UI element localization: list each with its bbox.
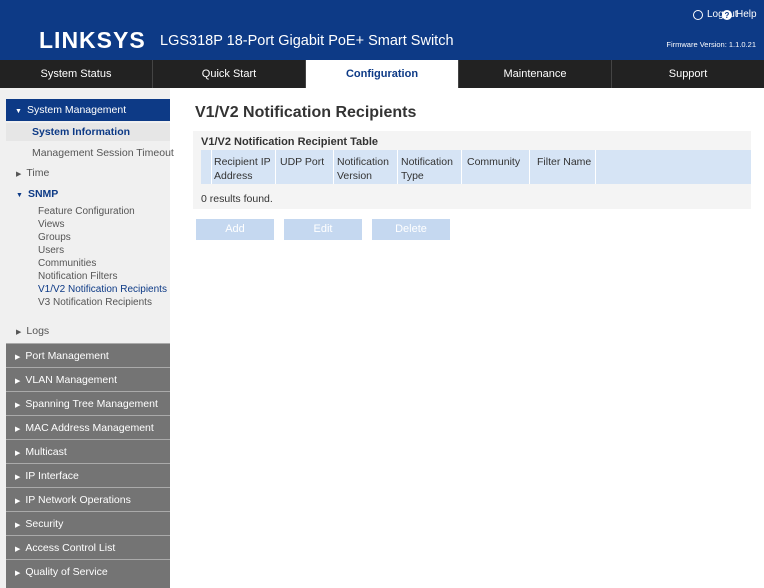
sidebar-item-label: IP Network Operations	[25, 494, 131, 506]
column-header-line: Notification	[401, 156, 453, 168]
column-header-filter-name[interactable]: Filter Name	[537, 155, 591, 169]
sidebar-item-access-control-list[interactable]: ▶ Access Control List	[6, 535, 170, 559]
sidebar-item-spanning-tree-management[interactable]: ▶ Spanning Tree Management	[6, 391, 170, 415]
column-header-udp-port[interactable]: UDP Port	[280, 155, 324, 169]
empty-table-message: 0 results found.	[201, 193, 273, 205]
sidebar-item-label: System Management	[26, 104, 127, 116]
column-header-line: Filter Name	[537, 156, 592, 168]
sidebar-item-notification-filters[interactable]: Notification Filters	[38, 271, 117, 282]
sidebar-item-system-information[interactable]: System Information	[6, 123, 170, 141]
sidebar-item-label: Multicast	[25, 446, 67, 458]
triangle-down-icon: ▼	[16, 192, 23, 199]
column-header-line: UDP Port	[280, 156, 325, 168]
page-title: V1/V2 Notification Recipients	[195, 104, 417, 121]
column-divider	[333, 150, 334, 184]
sidebar-item-ip-network-operations[interactable]: ▶ IP Network Operations	[6, 487, 170, 511]
column-header-line: Community	[467, 156, 521, 168]
sidebar-item-label: IP Interface	[25, 470, 79, 482]
sidebar-item-multicast[interactable]: ▶ Multicast	[6, 439, 170, 463]
help-icon: ?	[722, 10, 732, 20]
sidebar-item-label: Port Management	[25, 350, 109, 362]
column-divider	[275, 150, 276, 184]
sidebar-item-logs[interactable]: ▶ Logs	[6, 324, 170, 338]
edit-button[interactable]: Edit	[284, 219, 362, 240]
column-header-line: Type	[401, 170, 424, 182]
column-header-recipient-ip-address[interactable]: Recipient IP Address	[214, 155, 271, 183]
nav-tab-configuration[interactable]: Configuration	[306, 60, 459, 88]
sidebar-item-quality-of-service[interactable]: ▶ Quality of Service	[6, 559, 170, 588]
linksys-logo: LINKSYS	[39, 27, 146, 53]
sidebar-item-label: Spanning Tree Management	[25, 398, 158, 410]
column-header-community[interactable]: Community	[467, 155, 520, 169]
sidebar-item-system-management[interactable]: ▼ System Management	[6, 99, 170, 121]
sidebar-item-security[interactable]: ▶ Security	[6, 511, 170, 535]
column-divider	[397, 150, 398, 184]
sidebar-item-vlan-management[interactable]: ▶ VLAN Management	[6, 367, 170, 391]
triangle-down-icon: ▼	[15, 108, 22, 115]
sidebar: ▼ System Management System Information Ma…	[0, 88, 174, 588]
column-header-notification-type[interactable]: Notification Type	[401, 155, 453, 183]
column-divider	[461, 150, 462, 184]
triangle-right-icon: ▶	[16, 171, 22, 178]
sidebar-item-label: Access Control List	[25, 542, 116, 554]
sidebar-item-ip-interface[interactable]: ▶ IP Interface	[6, 463, 170, 487]
triangle-right-icon: ▶	[15, 570, 21, 577]
sidebar-item-snmp[interactable]: ▼ SNMP	[6, 187, 170, 201]
nav-tab-maintenance[interactable]: Maintenance	[459, 60, 612, 88]
table-caption: V1/V2 Notification Recipient Table	[201, 136, 379, 148]
sidebar-item-label: MAC Address Management	[25, 422, 154, 434]
sidebar-item-management-session-timeout[interactable]: Management Session Timeout	[6, 146, 174, 160]
sidebar-item-v1v2-notification-recipients[interactable]: V1/V2 Notification Recipients	[38, 284, 167, 295]
delete-button[interactable]: Delete	[372, 219, 450, 240]
column-header-line: Version	[337, 170, 373, 182]
header-bar: LINKSYS LGS318P 18-Port Gigabit PoE+ Sma…	[0, 0, 764, 60]
column-header-line: Address	[214, 170, 253, 182]
column-divider	[595, 150, 596, 184]
sidebar-item-port-management[interactable]: ▶ Port Management	[6, 343, 170, 367]
sidebar-item-views[interactable]: Views	[38, 219, 65, 230]
product-name: LGS318P 18-Port Gigabit PoE+ Smart Switc…	[160, 33, 454, 49]
column-divider	[211, 150, 212, 184]
sidebar-item-communities[interactable]: Communities	[38, 258, 96, 269]
column-header-line: Recipient IP	[214, 156, 271, 168]
sidebar-item-groups[interactable]: Groups	[38, 232, 71, 243]
table-header-row: Recipient IP Address UDP Port Notificati…	[201, 150, 751, 184]
sidebar-item-time[interactable]: ▶ Time	[6, 166, 170, 180]
column-header-line: Notification	[337, 156, 389, 168]
help-link[interactable]: ? Help	[722, 8, 757, 22]
notification-recipient-table: V1/V2 Notification Recipient Table Recip…	[193, 131, 751, 209]
sidebar-item-v3-notification-recipients[interactable]: V3 Notification Recipients	[38, 297, 152, 308]
sidebar-item-feature-configuration[interactable]: Feature Configuration	[38, 206, 135, 217]
sidebar-item-label: SNMP	[27, 188, 59, 200]
sidebar-item-users[interactable]: Users	[38, 245, 64, 256]
help-label: Help	[736, 9, 757, 20]
main-nav: System Status Quick Start Configuration …	[0, 60, 764, 88]
add-button[interactable]: Add	[196, 219, 274, 240]
sidebar-item-label: VLAN Management	[25, 374, 118, 386]
nav-tab-support[interactable]: Support	[612, 60, 764, 88]
sidebar-item-label: Quality of Service	[25, 566, 108, 578]
column-divider	[529, 150, 530, 184]
sidebar-item-label: Security	[25, 518, 64, 530]
column-header-notification-version[interactable]: Notification Version	[337, 155, 389, 183]
nav-tab-system-status[interactable]: System Status	[0, 60, 153, 88]
sidebar-item-mac-address-management[interactable]: ▶ MAC Address Management	[6, 415, 170, 439]
nav-tab-quick-start[interactable]: Quick Start	[153, 60, 306, 88]
sidebar-item-label: Time	[26, 167, 50, 179]
triangle-right-icon: ▶	[16, 329, 22, 336]
sidebar-item-label: Logs	[26, 325, 50, 337]
power-icon	[693, 10, 703, 20]
firmware-version: Firmware Version: 1.1.0.21	[666, 40, 756, 49]
